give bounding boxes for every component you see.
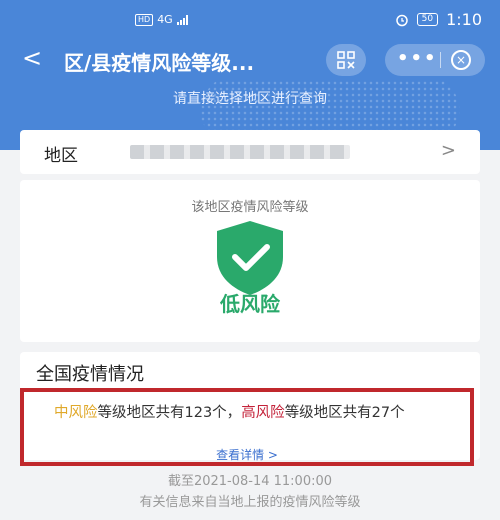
update-timestamp: 截至2021-08-14 11:00:00 bbox=[167, 474, 333, 489]
qr-scan-icon bbox=[337, 51, 355, 69]
chevron-right-icon: > bbox=[440, 140, 456, 161]
source-note: 有关信息来自当地上报的疫情风险等级 bbox=[139, 495, 361, 510]
battery-icon: 50 bbox=[416, 13, 439, 26]
national-situation-card: 全国疫情情况 中风险等级地区共有123个，高风险等级地区共有27个 查看详情 > bbox=[20, 352, 480, 466]
hd-badge: HD bbox=[135, 13, 154, 26]
capsule-divider bbox=[440, 52, 441, 68]
status-bar: HD 4G 50 1:10 bbox=[0, 0, 500, 40]
network-indicator: HD 4G bbox=[135, 13, 188, 26]
risk-level-label: 低风险 bbox=[220, 292, 280, 316]
mini-program-capsule: ••• × bbox=[385, 44, 485, 76]
high-risk-label: 高风险 bbox=[241, 405, 285, 421]
highlight-box: 中风险等级地区共有123个，高风险等级地区共有27个 查看详情 > bbox=[20, 388, 474, 466]
risk-title: 该地区疫情风险等级 bbox=[191, 200, 309, 215]
medium-risk-label: 中风险 bbox=[54, 405, 98, 421]
search-hint: 请直接选择地区进行查询 bbox=[173, 91, 327, 107]
region-selector[interactable]: 地区 > bbox=[20, 130, 480, 174]
network-type: 4G bbox=[157, 13, 173, 26]
alarm-icon bbox=[395, 14, 408, 26]
nav-bar: < 区/县疫情风险等级... ••• × bbox=[0, 40, 500, 80]
national-title: 全国疫情情况 bbox=[36, 364, 144, 385]
signal-icon bbox=[176, 14, 188, 25]
view-details-link[interactable]: 查看详情 > bbox=[24, 446, 470, 463]
back-icon[interactable]: < bbox=[22, 44, 42, 72]
shield-check-icon bbox=[217, 221, 283, 295]
qr-scan-button[interactable] bbox=[326, 44, 366, 76]
clock-time: 1:10 bbox=[446, 10, 482, 29]
page-title: 区/县疫情风险等级... bbox=[64, 51, 255, 75]
region-value-blurred bbox=[130, 145, 350, 159]
high-risk-text: 等级地区共有27个 bbox=[284, 405, 405, 421]
more-icon[interactable]: ••• bbox=[397, 48, 438, 69]
region-label: 地区 bbox=[44, 146, 78, 166]
medium-risk-text: 等级地区共有123个， bbox=[97, 405, 242, 421]
risk-level-card: 该地区疫情风险等级 低风险 bbox=[20, 180, 480, 342]
close-icon[interactable]: × bbox=[451, 50, 471, 70]
national-summary: 中风险等级地区共有123个，高风险等级地区共有27个 bbox=[54, 404, 464, 423]
